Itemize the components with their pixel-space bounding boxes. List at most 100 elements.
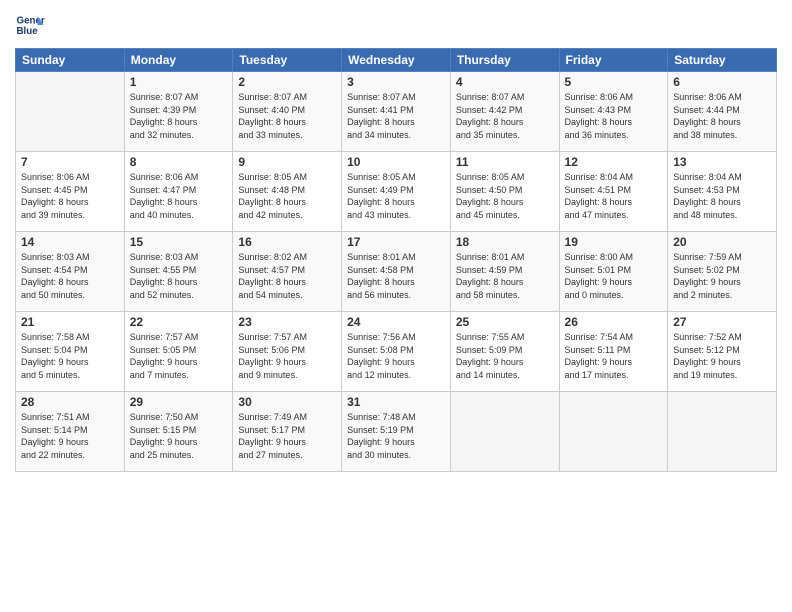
calendar-table: SundayMondayTuesdayWednesdayThursdayFrid… (15, 48, 777, 472)
day-number: 1 (130, 75, 228, 89)
day-number: 17 (347, 235, 445, 249)
day-info: Sunrise: 8:07 AM Sunset: 4:39 PM Dayligh… (130, 91, 228, 141)
calendar-cell: 12 Sunrise: 8:04 AM Sunset: 4:51 PM Dayli… (559, 152, 668, 232)
day-number: 21 (21, 315, 119, 329)
day-number: 24 (347, 315, 445, 329)
logo-icon: General Blue (15, 10, 45, 40)
day-info: Sunrise: 8:00 AM Sunset: 5:01 PM Dayligh… (565, 251, 663, 301)
day-info: Sunrise: 7:57 AM Sunset: 5:05 PM Dayligh… (130, 331, 228, 381)
day-number: 20 (673, 235, 771, 249)
day-info: Sunrise: 8:07 AM Sunset: 4:42 PM Dayligh… (456, 91, 554, 141)
calendar-cell: 24 Sunrise: 7:56 AM Sunset: 5:08 PM Dayli… (342, 312, 451, 392)
calendar-cell (450, 392, 559, 472)
day-info: Sunrise: 8:05 AM Sunset: 4:50 PM Dayligh… (456, 171, 554, 221)
day-number: 26 (565, 315, 663, 329)
day-number: 13 (673, 155, 771, 169)
calendar-cell: 3Sunrise: 8:07 AM Sunset: 4:41 PM Daylig… (342, 72, 451, 152)
day-info: Sunrise: 8:06 AM Sunset: 4:44 PM Dayligh… (673, 91, 771, 141)
day-info: Sunrise: 8:06 AM Sunset: 4:43 PM Dayligh… (565, 91, 663, 141)
day-number: 30 (238, 395, 336, 409)
calendar-cell: 31 Sunrise: 7:48 AM Sunset: 5:19 PM Dayli… (342, 392, 451, 472)
day-info: Sunrise: 8:04 AM Sunset: 4:53 PM Dayligh… (673, 171, 771, 221)
day-number: 14 (21, 235, 119, 249)
calendar-cell: 21 Sunrise: 7:58 AM Sunset: 5:04 PM Dayli… (16, 312, 125, 392)
svg-text:Blue: Blue (17, 26, 39, 37)
calendar-cell: 10Sunrise: 8:05 AM Sunset: 4:49 PM Dayli… (342, 152, 451, 232)
day-number: 23 (238, 315, 336, 329)
calendar-cell: 23 Sunrise: 7:57 AM Sunset: 5:06 PM Dayli… (233, 312, 342, 392)
day-number: 9 (238, 155, 336, 169)
calendar-cell: 19 Sunrise: 8:00 AM Sunset: 5:01 PM Dayli… (559, 232, 668, 312)
day-number: 16 (238, 235, 336, 249)
day-number: 8 (130, 155, 228, 169)
day-info: Sunrise: 8:03 AM Sunset: 4:55 PM Dayligh… (130, 251, 228, 301)
calendar-cell: 17Sunrise: 8:01 AM Sunset: 4:58 PM Dayli… (342, 232, 451, 312)
day-info: Sunrise: 8:07 AM Sunset: 4:40 PM Dayligh… (238, 91, 336, 141)
calendar-cell: 26 Sunrise: 7:54 AM Sunset: 5:11 PM Dayli… (559, 312, 668, 392)
day-number: 11 (456, 155, 554, 169)
calendar-cell: 11 Sunrise: 8:05 AM Sunset: 4:50 PM Dayli… (450, 152, 559, 232)
calendar-cell: 16 Sunrise: 8:02 AM Sunset: 4:57 PM Dayli… (233, 232, 342, 312)
calendar-cell: 7 Sunrise: 8:06 AM Sunset: 4:45 PM Daylig… (16, 152, 125, 232)
calendar-header-saturday: Saturday (668, 49, 777, 72)
calendar-cell: 6Sunrise: 8:06 AM Sunset: 4:44 PM Daylig… (668, 72, 777, 152)
calendar-cell: 14 Sunrise: 8:03 AM Sunset: 4:54 PM Dayli… (16, 232, 125, 312)
logo: General Blue (15, 10, 45, 40)
day-info: Sunrise: 7:58 AM Sunset: 5:04 PM Dayligh… (21, 331, 119, 381)
calendar-cell: 13 Sunrise: 8:04 AM Sunset: 4:53 PM Dayli… (668, 152, 777, 232)
day-number: 5 (565, 75, 663, 89)
calendar-cell (559, 392, 668, 472)
day-info: Sunrise: 8:04 AM Sunset: 4:51 PM Dayligh… (565, 171, 663, 221)
day-number: 18 (456, 235, 554, 249)
calendar-header-wednesday: Wednesday (342, 49, 451, 72)
calendar-cell: 29 Sunrise: 7:50 AM Sunset: 5:15 PM Dayli… (124, 392, 233, 472)
day-info: Sunrise: 7:54 AM Sunset: 5:11 PM Dayligh… (565, 331, 663, 381)
day-number: 7 (21, 155, 119, 169)
day-number: 29 (130, 395, 228, 409)
calendar-cell: 28 Sunrise: 7:51 AM Sunset: 5:14 PM Dayli… (16, 392, 125, 472)
calendar-cell (668, 392, 777, 472)
calendar-cell: 22 Sunrise: 7:57 AM Sunset: 5:05 PM Dayli… (124, 312, 233, 392)
day-info: Sunrise: 8:05 AM Sunset: 4:48 PM Dayligh… (238, 171, 336, 221)
calendar-cell: 4 Sunrise: 8:07 AM Sunset: 4:42 PM Daylig… (450, 72, 559, 152)
day-number: 31 (347, 395, 445, 409)
day-info: Sunrise: 7:48 AM Sunset: 5:19 PM Dayligh… (347, 411, 445, 461)
calendar-header-thursday: Thursday (450, 49, 559, 72)
day-number: 25 (456, 315, 554, 329)
calendar-header-friday: Friday (559, 49, 668, 72)
day-info: Sunrise: 8:01 AM Sunset: 4:59 PM Dayligh… (456, 251, 554, 301)
day-info: Sunrise: 8:02 AM Sunset: 4:57 PM Dayligh… (238, 251, 336, 301)
day-info: Sunrise: 8:06 AM Sunset: 4:45 PM Dayligh… (21, 171, 119, 221)
day-info: Sunrise: 8:07 AM Sunset: 4:41 PM Dayligh… (347, 91, 445, 141)
day-number: 28 (21, 395, 119, 409)
calendar-cell: 15 Sunrise: 8:03 AM Sunset: 4:55 PM Dayli… (124, 232, 233, 312)
day-info: Sunrise: 7:49 AM Sunset: 5:17 PM Dayligh… (238, 411, 336, 461)
day-number: 27 (673, 315, 771, 329)
day-info: Sunrise: 7:51 AM Sunset: 5:14 PM Dayligh… (21, 411, 119, 461)
calendar-header-monday: Monday (124, 49, 233, 72)
day-number: 15 (130, 235, 228, 249)
calendar-cell: 1 Sunrise: 8:07 AM Sunset: 4:39 PM Daylig… (124, 72, 233, 152)
calendar-cell: 30 Sunrise: 7:49 AM Sunset: 5:17 PM Dayli… (233, 392, 342, 472)
day-number: 12 (565, 155, 663, 169)
calendar-cell: 18 Sunrise: 8:01 AM Sunset: 4:59 PM Dayli… (450, 232, 559, 312)
calendar-cell: 25 Sunrise: 7:55 AM Sunset: 5:09 PM Dayli… (450, 312, 559, 392)
day-info: Sunrise: 7:57 AM Sunset: 5:06 PM Dayligh… (238, 331, 336, 381)
calendar-cell: 9 Sunrise: 8:05 AM Sunset: 4:48 PM Daylig… (233, 152, 342, 232)
day-number: 22 (130, 315, 228, 329)
calendar-cell (16, 72, 125, 152)
day-info: Sunrise: 7:50 AM Sunset: 5:15 PM Dayligh… (130, 411, 228, 461)
day-number: 10 (347, 155, 445, 169)
day-number: 4 (456, 75, 554, 89)
calendar-cell: 8 Sunrise: 8:06 AM Sunset: 4:47 PM Daylig… (124, 152, 233, 232)
day-info: Sunrise: 7:55 AM Sunset: 5:09 PM Dayligh… (456, 331, 554, 381)
day-info: Sunrise: 8:03 AM Sunset: 4:54 PM Dayligh… (21, 251, 119, 301)
day-info: Sunrise: 7:52 AM Sunset: 5:12 PM Dayligh… (673, 331, 771, 381)
day-info: Sunrise: 7:56 AM Sunset: 5:08 PM Dayligh… (347, 331, 445, 381)
day-number: 2 (238, 75, 336, 89)
calendar-cell: 5 Sunrise: 8:06 AM Sunset: 4:43 PM Daylig… (559, 72, 668, 152)
page-header: General Blue (15, 10, 777, 40)
calendar-cell: 27 Sunrise: 7:52 AM Sunset: 5:12 PM Dayli… (668, 312, 777, 392)
day-number: 19 (565, 235, 663, 249)
day-info: Sunrise: 8:06 AM Sunset: 4:47 PM Dayligh… (130, 171, 228, 221)
